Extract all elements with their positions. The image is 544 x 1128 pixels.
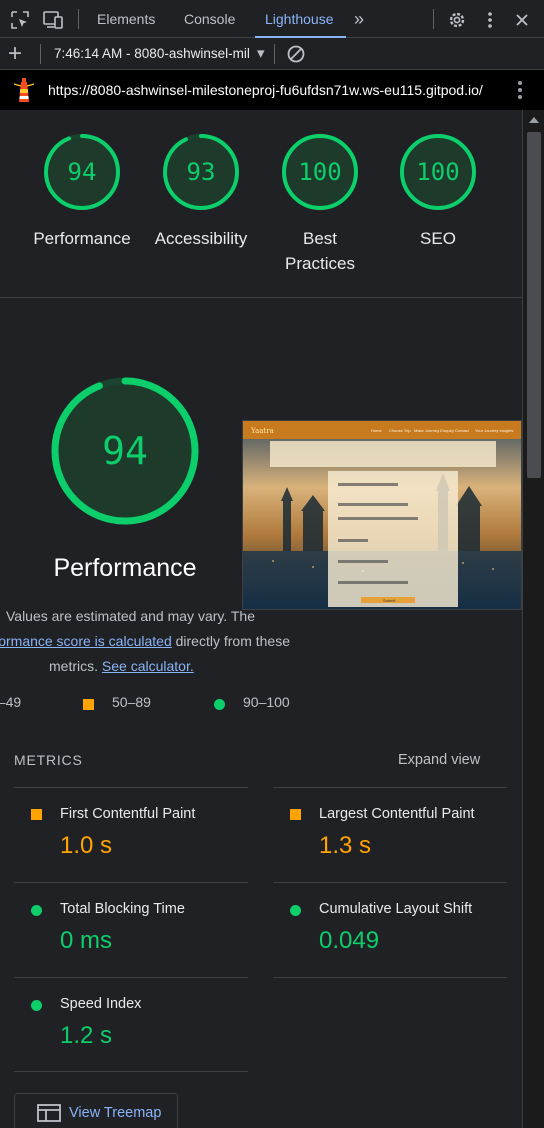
note-text: metrics. <box>49 658 102 674</box>
see-calculator-link[interactable]: See calculator. <box>102 658 194 674</box>
score-value: 100 <box>416 158 460 186</box>
pass-circle-icon <box>214 699 225 710</box>
average-square-icon <box>83 699 94 710</box>
legend-pass: 90–100 <box>243 694 290 710</box>
score-value: 93 <box>186 158 216 186</box>
metric-label-lcp: Largest Contentful Paint <box>319 806 475 822</box>
toolbar-divider <box>274 44 275 64</box>
gauge-label: SEO <box>420 229 456 248</box>
divider <box>273 977 507 978</box>
screenshot-form-button: Submit <box>383 598 396 603</box>
report-dropdown-icon[interactable]: ▾ <box>257 44 265 62</box>
gauge-label: Accessibility <box>154 229 248 248</box>
settings-gear-icon[interactable] <box>446 9 468 31</box>
toolbar-divider <box>78 9 79 29</box>
new-report-button[interactable]: + <box>8 40 22 68</box>
metric-value-cls: 0.049 <box>319 927 380 954</box>
metric-value-fcp: 1.0 s <box>60 832 113 859</box>
vertical-scrollbar[interactable] <box>522 110 544 1128</box>
divider <box>0 297 522 298</box>
device-toolbar-icon[interactable] <box>42 9 64 31</box>
metric-value-si: 1.2 s <box>60 1022 113 1049</box>
metric-value-lcp: 1.3 s <box>319 832 372 859</box>
score-value: 94 <box>67 158 97 186</box>
final-screenshot[interactable]: Yaatra Home Choose Trip Make Journey Enq… <box>242 420 522 610</box>
gauge-seo[interactable]: 100 <box>398 132 478 212</box>
average-square-icon <box>290 809 301 820</box>
gauge-label-line: Practices <box>285 254 355 273</box>
report-select[interactable]: 7:46:14 AM - 8080-ashwinsel-milestonepro… <box>54 46 250 61</box>
view-treemap-label: View Treemap <box>69 1105 162 1121</box>
metrics-heading: METRICS <box>14 752 83 768</box>
gauge-label: Best Practices <box>260 226 380 276</box>
screenshot-nav-item: Contact <box>455 428 470 433</box>
estimate-note: performance score is calculated directly… <box>0 629 290 654</box>
estimate-note: Values are estimated and may vary. The <box>5 608 255 624</box>
more-tabs-button[interactable]: » <box>354 0 364 38</box>
report-toolbar: + 7:46:14 AM - 8080-ashwinsel-milestonep… <box>0 38 544 70</box>
screenshot-nav-item: Home <box>371 428 382 433</box>
note-text: directly from these <box>171 633 290 649</box>
performance-title: Performance <box>53 554 197 582</box>
svg-text:Yaatra: Yaatra <box>250 427 274 435</box>
score-calculation-link[interactable]: performance score is calculated <box>0 633 172 649</box>
gauge-best-practices[interactable]: 100 <box>280 132 360 212</box>
toolbar-divider <box>40 44 41 64</box>
performance-score: 94 <box>102 429 148 473</box>
screenshot-nav-item: Make Journey Enquiry <box>414 428 454 433</box>
divider <box>14 1071 248 1072</box>
pass-circle-icon <box>290 905 301 916</box>
kebab-menu-icon[interactable] <box>479 9 501 31</box>
scroll-up-icon[interactable] <box>529 117 539 123</box>
gauge-label: Performance <box>33 229 131 248</box>
clear-reports-icon[interactable] <box>286 44 306 69</box>
gauge-performance[interactable]: 94 <box>42 132 122 212</box>
pass-circle-icon <box>31 905 42 916</box>
report-menu-icon[interactable] <box>517 80 523 105</box>
inspect-element-icon[interactable] <box>9 9 31 31</box>
divider <box>14 882 248 883</box>
metric-label-si: Speed Index <box>60 996 142 1012</box>
divider <box>273 787 507 788</box>
lighthouse-report: 94 Performance 93 Accessibility 100 Best… <box>0 110 522 1128</box>
divider <box>273 882 507 883</box>
devtools-tab-bar: Elements Console Lighthouse » <box>0 0 544 38</box>
gauge-accessibility[interactable]: 93 <box>161 132 241 212</box>
pass-circle-icon <box>31 1000 42 1011</box>
tab-console[interactable]: Console <box>184 0 235 38</box>
metric-label-fcp: First Contentful Paint <box>60 806 196 822</box>
view-treemap-button[interactable]: View Treemap <box>14 1093 178 1128</box>
score-value: 100 <box>298 158 342 186</box>
tab-lighthouse[interactable]: Lighthouse <box>255 0 345 38</box>
legend-fail: 0–49 <box>0 694 22 710</box>
toolbar-divider <box>433 9 434 29</box>
divider <box>14 977 248 978</box>
metric-value-tbt: 0 ms <box>60 927 113 954</box>
metric-label-cls: Cumulative Layout Shift <box>319 901 473 917</box>
estimate-note: metrics. See calculator. <box>49 654 194 679</box>
expand-view-toggle[interactable]: Expand view <box>398 752 480 768</box>
url-bar: https://8080-ashwinsel-milestoneproj-fu6… <box>0 70 544 110</box>
screenshot-nav-item: Your Journey Insights <box>475 428 513 433</box>
close-icon[interactable] <box>511 9 533 31</box>
tab-elements[interactable]: Elements <box>97 0 155 38</box>
metric-label-tbt: Total Blocking Time <box>60 901 185 917</box>
report-url: https://8080-ashwinsel-milestoneproj-fu6… <box>48 82 483 98</box>
performance-gauge-large: 94 <box>50 376 200 526</box>
gauge-label-line: Best <box>302 229 338 248</box>
treemap-icon <box>37 1104 61 1127</box>
legend-average: 50–89 <box>112 694 151 710</box>
screenshot-nav-item: Choose Trip <box>389 428 411 433</box>
divider <box>14 787 248 788</box>
average-square-icon <box>31 809 42 820</box>
lighthouse-logo-icon <box>12 76 36 109</box>
scrollbar-thumb[interactable] <box>527 132 541 478</box>
